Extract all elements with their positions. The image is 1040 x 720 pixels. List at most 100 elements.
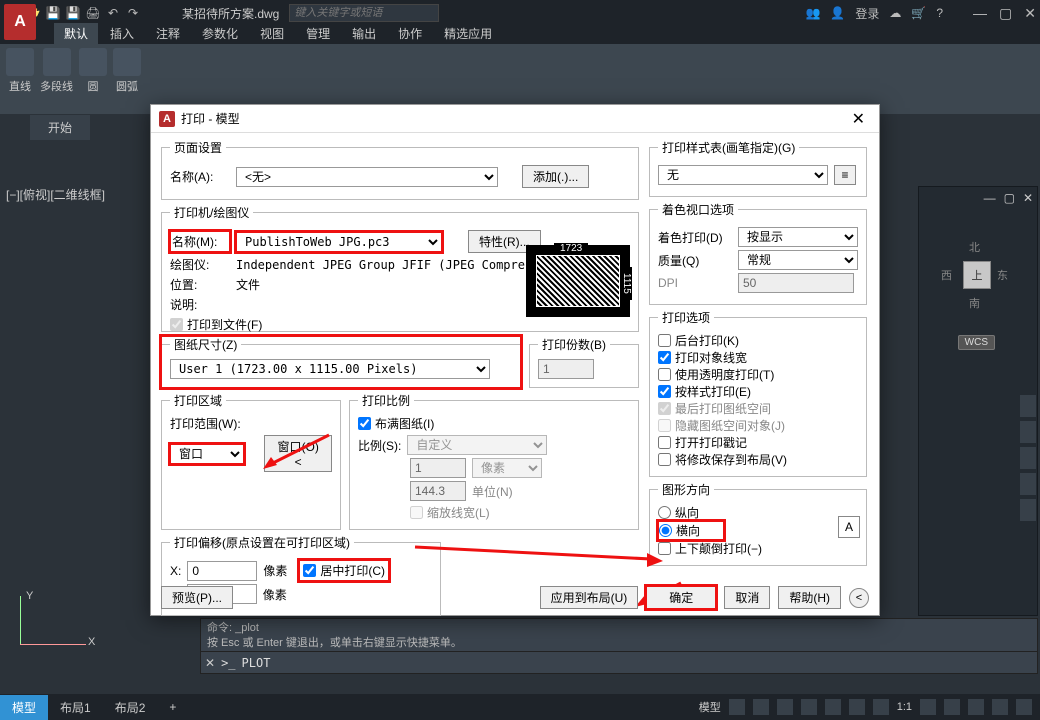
viewcube-face[interactable]: 上 bbox=[963, 261, 991, 289]
navbar-wheel-icon[interactable] bbox=[1020, 395, 1036, 417]
ribbon-tab-view[interactable]: 视图 bbox=[250, 23, 294, 44]
status-iso-icon[interactable] bbox=[968, 699, 984, 715]
preview-button[interactable]: 预览(P)... bbox=[161, 586, 233, 609]
qat-print-icon[interactable]: 🖨 bbox=[84, 4, 102, 22]
status-clean-icon[interactable] bbox=[992, 699, 1008, 715]
ribbon-tab-default[interactable]: 默认 bbox=[54, 23, 98, 44]
layout-tab-add[interactable]: + bbox=[157, 696, 188, 718]
navbar-pan-icon[interactable] bbox=[1020, 421, 1036, 443]
arc-icon[interactable] bbox=[113, 48, 141, 76]
ribbon-tab-insert[interactable]: 插入 bbox=[100, 23, 144, 44]
panel-minimize-icon[interactable]: — bbox=[984, 191, 996, 205]
plot-window-button[interactable]: 窗口(O)< bbox=[264, 435, 332, 472]
login-link[interactable]: 登录 bbox=[855, 5, 879, 22]
exchange-icon[interactable]: ☁ bbox=[889, 6, 901, 20]
upside-down-checkbox[interactable] bbox=[658, 542, 671, 555]
status-grid-icon[interactable] bbox=[729, 699, 745, 715]
shade-mode-select[interactable]: 按显示 bbox=[738, 227, 858, 247]
circle-icon[interactable] bbox=[79, 48, 107, 76]
cmd-input-text[interactable]: PLOT bbox=[242, 656, 271, 670]
status-osnap-icon[interactable] bbox=[825, 699, 841, 715]
qat-save-icon[interactable]: 💾 bbox=[44, 4, 62, 22]
status-gear-icon[interactable] bbox=[920, 699, 936, 715]
help-button[interactable]: 帮助(H) bbox=[778, 586, 841, 609]
viewport-label[interactable]: [−][俯视][二维线框] bbox=[6, 186, 105, 203]
status-transp-icon[interactable] bbox=[873, 699, 889, 715]
polyline-icon[interactable] bbox=[43, 48, 71, 76]
ribbon-tab-annotate[interactable]: 注释 bbox=[146, 23, 190, 44]
plot-style-edit-button[interactable]: ≡ bbox=[834, 165, 856, 185]
shaded-viewport-group: 着色视口选项 着色打印(D)按显示 质量(Q)常规 DPI bbox=[649, 201, 867, 305]
status-scale[interactable]: 1:1 bbox=[897, 701, 912, 713]
ribbon-tab-manage[interactable]: 管理 bbox=[296, 23, 340, 44]
paper-size-select[interactable]: User 1 (1723.00 x 1115.00 Pixels) bbox=[170, 359, 490, 379]
pagesetup-name-select[interactable]: <无> bbox=[236, 167, 498, 187]
ucs-icon[interactable]: Y X bbox=[14, 590, 84, 660]
status-lwt-icon[interactable] bbox=[849, 699, 865, 715]
pagesetup-add-button[interactable]: 添加(.)... bbox=[522, 165, 589, 188]
minimize-icon[interactable]: — bbox=[973, 5, 987, 22]
wcs-badge[interactable]: WCS bbox=[958, 335, 995, 350]
landscape-label: 横向 bbox=[676, 522, 700, 539]
status-ortho-icon[interactable] bbox=[777, 699, 793, 715]
printer-name-select[interactable]: PublishToWeb JPG.pc3 bbox=[236, 232, 442, 252]
layout-tab-model[interactable]: 模型 bbox=[0, 695, 48, 720]
opt-background-label: 后台打印(K) bbox=[675, 332, 739, 349]
dialog-close-icon[interactable]: ✕ bbox=[846, 109, 871, 129]
doc-tab-start[interactable]: 开始 bbox=[30, 115, 90, 140]
user-icon[interactable]: 👤 bbox=[830, 6, 845, 20]
search-input[interactable] bbox=[289, 4, 439, 22]
opt-save-layout-checkbox[interactable] bbox=[658, 453, 671, 466]
opt-styles-checkbox[interactable] bbox=[658, 385, 671, 398]
ok-button[interactable]: 确定 bbox=[646, 586, 716, 609]
apply-layout-button[interactable]: 应用到布局(U) bbox=[540, 586, 639, 609]
cmd-toggle-icon[interactable]: ✕ bbox=[205, 656, 215, 670]
ribbon-tab-output[interactable]: 输出 bbox=[342, 23, 386, 44]
cancel-button[interactable]: 取消 bbox=[724, 586, 770, 609]
maximize-icon[interactable]: ▢ bbox=[999, 5, 1012, 22]
line-icon[interactable] bbox=[6, 48, 34, 76]
qat-saveas-icon[interactable]: 💾 bbox=[64, 4, 82, 22]
navbar-showmenu-icon[interactable] bbox=[1020, 499, 1036, 521]
ribbon-tab-collab[interactable]: 协作 bbox=[388, 23, 432, 44]
status-model[interactable]: 模型 bbox=[699, 699, 721, 715]
layout-tab-1[interactable]: 布局1 bbox=[48, 695, 103, 720]
quality-select[interactable]: 常规 bbox=[738, 250, 858, 270]
opt-plotstamp-checkbox[interactable] bbox=[658, 436, 671, 449]
ribbon-tab-featured[interactable]: 精选应用 bbox=[434, 23, 502, 44]
opt-background-checkbox[interactable] bbox=[658, 334, 671, 347]
status-polar-icon[interactable] bbox=[801, 699, 817, 715]
status-custom-icon[interactable] bbox=[1016, 699, 1032, 715]
viewcube[interactable]: 北 南 西 东 上 bbox=[939, 237, 1015, 313]
qat-redo-icon[interactable]: ↷ bbox=[124, 4, 142, 22]
navbar-orbit-icon[interactable] bbox=[1020, 473, 1036, 495]
panel-close-icon[interactable]: ✕ bbox=[1023, 191, 1033, 205]
command-line[interactable]: ✕ >_ PLOT bbox=[200, 652, 1038, 674]
app-logo[interactable]: A bbox=[4, 4, 36, 40]
fit-to-paper-checkbox[interactable] bbox=[358, 417, 371, 430]
south-label: 南 bbox=[969, 295, 980, 311]
close-icon[interactable]: ✕ bbox=[1024, 5, 1036, 22]
plot-range-select[interactable]: 窗口 bbox=[170, 444, 244, 464]
print-to-file-checkbox bbox=[170, 318, 183, 331]
signin-icon[interactable]: 👥 bbox=[805, 6, 820, 20]
opt-transparency-checkbox[interactable] bbox=[658, 368, 671, 381]
offset-x-input[interactable] bbox=[187, 561, 257, 581]
plot-dialog: A 打印 - 模型 ✕ 页面设置 名称(A): <无> 添加(.)... 打印机… bbox=[150, 104, 880, 616]
cart-icon[interactable]: 🛒 bbox=[911, 6, 926, 20]
navbar-zoom-icon[interactable] bbox=[1020, 447, 1036, 469]
layout-tab-2[interactable]: 布局2 bbox=[103, 695, 158, 720]
ribbon-label: 多段线 bbox=[40, 78, 73, 94]
status-snap-icon[interactable] bbox=[753, 699, 769, 715]
collapse-options-icon[interactable]: < bbox=[849, 588, 869, 608]
landscape-radio[interactable] bbox=[659, 524, 672, 537]
plot-style-select[interactable]: 无 bbox=[658, 165, 828, 185]
qat-undo-icon[interactable]: ↶ bbox=[104, 4, 122, 22]
center-plot-checkbox[interactable] bbox=[303, 564, 316, 577]
portrait-radio[interactable] bbox=[658, 506, 671, 519]
status-hw-icon[interactable] bbox=[944, 699, 960, 715]
help-icon[interactable]: ? bbox=[936, 6, 943, 20]
panel-maximize-icon[interactable]: ▢ bbox=[1004, 191, 1015, 205]
opt-lineweights-checkbox[interactable] bbox=[658, 351, 671, 364]
ribbon-tab-parametric[interactable]: 参数化 bbox=[192, 23, 248, 44]
